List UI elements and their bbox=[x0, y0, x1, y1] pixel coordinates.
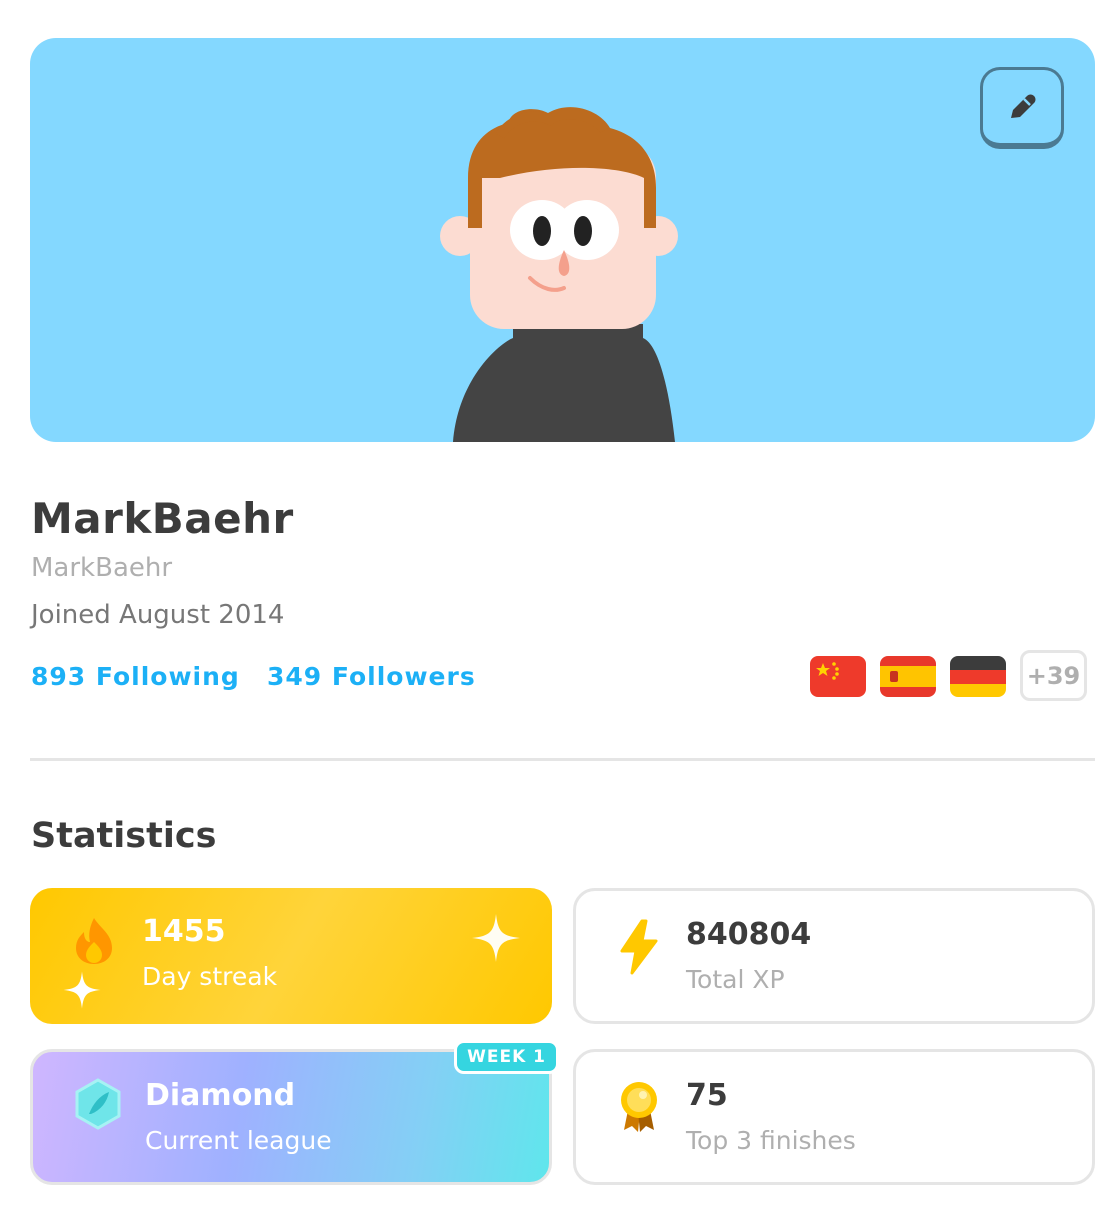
more-courses-button[interactable]: +39 bbox=[1020, 650, 1087, 701]
profile-username: MarkBaehr bbox=[31, 553, 173, 583]
spain-flag-icon[interactable] bbox=[880, 656, 936, 697]
fire-icon bbox=[76, 918, 112, 964]
total-xp-card: 840804 Total XP bbox=[573, 888, 1095, 1024]
top3-finishes-card: 75 Top 3 finishes bbox=[573, 1049, 1095, 1185]
profile-name: MarkBaehr bbox=[31, 494, 294, 543]
streak-value: 1455 bbox=[142, 914, 226, 949]
day-streak-card: 1455 Day streak bbox=[30, 888, 552, 1024]
sparkle-icon bbox=[472, 914, 520, 962]
league-label: Current league bbox=[145, 1126, 332, 1155]
statistics-title: Statistics bbox=[31, 816, 217, 856]
week-badge: WEEK 1 bbox=[454, 1040, 559, 1074]
xp-label: Total XP bbox=[686, 965, 785, 994]
xp-value: 840804 bbox=[686, 917, 812, 952]
sparkle-icon bbox=[63, 971, 101, 1009]
joined-date: Joined August 2014 bbox=[31, 600, 285, 630]
medal-icon bbox=[621, 1082, 657, 1132]
lightning-icon bbox=[620, 919, 658, 975]
pencil-icon bbox=[1011, 94, 1036, 118]
following-link[interactable]: 893 Following bbox=[31, 662, 240, 691]
league-value: Diamond bbox=[145, 1078, 296, 1113]
streak-label: Day streak bbox=[142, 962, 278, 991]
followers-link[interactable]: 349 Followers bbox=[267, 662, 476, 691]
avatar bbox=[440, 107, 678, 442]
china-flag-icon[interactable] bbox=[810, 656, 866, 697]
profile-banner bbox=[30, 38, 1095, 442]
edit-profile-button[interactable] bbox=[980, 67, 1064, 149]
diamond-league-icon bbox=[75, 1078, 121, 1130]
top3-value: 75 bbox=[686, 1078, 728, 1113]
league-card: Diamond Current league WEEK 1 bbox=[30, 1040, 559, 1185]
top3-label: Top 3 finishes bbox=[686, 1126, 856, 1155]
divider bbox=[30, 758, 1095, 761]
germany-flag-icon[interactable] bbox=[950, 656, 1006, 697]
